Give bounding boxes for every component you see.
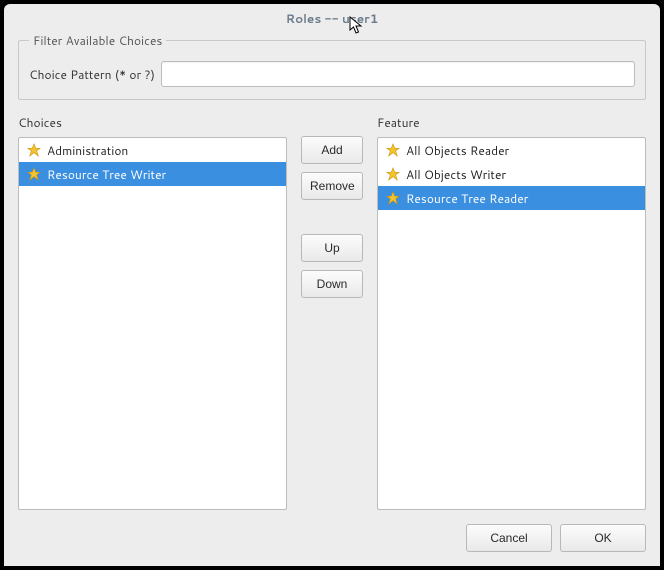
list-item[interactable]: Administration [19, 138, 286, 162]
filter-legend: Filter Available Choices [29, 32, 166, 49]
cancel-button[interactable]: Cancel [466, 524, 552, 552]
up-button[interactable]: Up [301, 234, 363, 262]
list-item[interactable]: All Objects Writer [378, 162, 645, 186]
choices-header: Choices [18, 114, 287, 131]
add-button[interactable]: Add [301, 136, 363, 164]
titlebar: Roles -- user1 [4, 4, 660, 32]
list-item[interactable]: All Objects Reader [378, 138, 645, 162]
dialog-footer: Cancel OK [18, 510, 646, 552]
filter-group: Filter Available Choices Choice Pattern … [18, 32, 646, 100]
ok-button[interactable]: OK [560, 524, 646, 552]
list-item-label: All Objects Writer [406, 166, 506, 183]
choices-list[interactable]: Administration Resource Tree Writer [18, 137, 287, 510]
choice-pattern-input[interactable] [161, 61, 635, 87]
role-icon [27, 167, 41, 181]
list-item-label: Resource Tree Writer [47, 166, 166, 183]
list-item-label: All Objects Reader [406, 142, 509, 159]
list-item-label: Resource Tree Reader [406, 190, 528, 207]
list-item[interactable]: Resource Tree Reader [378, 186, 645, 210]
window-title: Roles -- user1 [286, 10, 379, 27]
transfer-buttons: Add Remove Up Down [301, 114, 363, 510]
role-icon [27, 143, 41, 157]
down-button[interactable]: Down [301, 270, 363, 298]
dialog-window: Roles -- user1 Filter Available Choices … [4, 4, 660, 566]
choices-column: Choices Administration Resource Tree Writ… [18, 114, 287, 510]
role-icon [386, 191, 400, 205]
feature-column: Feature All Objects Reader All Objects Wr… [377, 114, 646, 510]
remove-button[interactable]: Remove [301, 172, 363, 200]
list-item-label: Administration [47, 142, 128, 159]
feature-header: Feature [377, 114, 646, 131]
feature-list[interactable]: All Objects Reader All Objects Writer Reso… [377, 137, 646, 510]
list-item[interactable]: Resource Tree Writer [19, 162, 286, 186]
role-icon [386, 167, 400, 181]
dialog-content: Filter Available Choices Choice Pattern … [4, 32, 660, 566]
role-icon [386, 143, 400, 157]
choice-pattern-label: Choice Pattern (* or ?) [29, 66, 155, 83]
